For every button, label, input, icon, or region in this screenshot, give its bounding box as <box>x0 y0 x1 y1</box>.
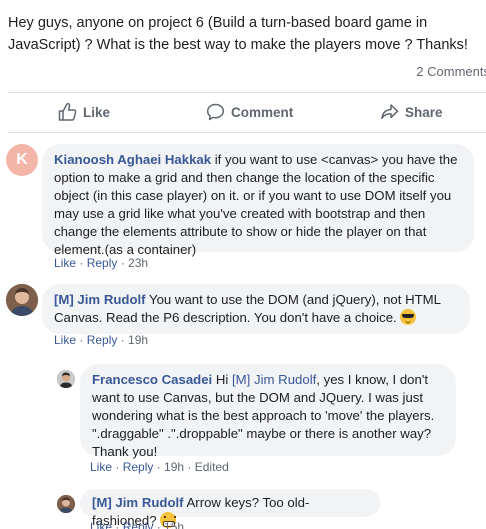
separator: · <box>76 333 87 347</box>
reply-time[interactable]: 19h <box>164 460 184 474</box>
comment-text: if you want to use <canvas> you have the… <box>54 152 458 257</box>
reply-actions: Like · Reply · 15h <box>90 520 184 529</box>
avatar-letter: K <box>16 151 28 168</box>
comment-actions: Like · Reply · 19h <box>54 333 148 347</box>
thumbs-up-icon <box>58 103 77 121</box>
separator: · <box>112 520 123 529</box>
avatar[interactable] <box>57 370 75 388</box>
reply-author[interactable]: [M] Jim Rudolf <box>92 495 184 510</box>
edited-label[interactable]: Edited <box>195 460 229 474</box>
divider <box>8 132 486 133</box>
comment-time[interactable]: 23h <box>128 256 148 270</box>
reply-bubble: [M] Jim Rudolf Arrow keys? Too old-fashi… <box>80 489 380 528</box>
separator: · <box>76 256 87 270</box>
reply-time[interactable]: 15h <box>164 520 184 529</box>
share-label: Share <box>405 104 443 120</box>
comment-button[interactable]: Comment <box>206 103 293 121</box>
avatar[interactable] <box>57 495 75 513</box>
separator: · <box>153 520 165 529</box>
comment-author[interactable]: Kianoosh Aghaei Hakkak <box>54 152 211 167</box>
separator: · <box>117 256 129 270</box>
avatar[interactable] <box>6 284 38 316</box>
comment-label: Comment <box>231 104 294 120</box>
reply-bubble: Francesco Casadei Hi [M] Jim Rudolf, yes… <box>80 364 456 459</box>
separator: · <box>112 460 123 474</box>
reply-like-link[interactable]: Like <box>90 520 112 529</box>
comment-like-link[interactable]: Like <box>54 333 76 347</box>
comment-author[interactable]: [M] Jim Rudolf <box>54 292 146 307</box>
like-label: Like <box>83 104 111 120</box>
separator: · <box>117 333 129 347</box>
mention-link[interactable]: [M] Jim Rudolf <box>232 372 316 387</box>
post-text: Hey guys, anyone on project 6 (Build a t… <box>8 15 468 53</box>
reply-author[interactable]: Francesco Casadei <box>92 372 212 387</box>
comment-bubble: Kianoosh Aghaei Hakkak if you want to us… <box>42 144 474 257</box>
reply-reply-link[interactable]: Reply <box>123 460 154 474</box>
separator: · <box>153 460 165 474</box>
reply-actions: Like · Reply · 19h · Edited <box>90 460 229 474</box>
reply-reply-link[interactable]: Reply <box>123 520 154 529</box>
avatar[interactable]: K <box>6 144 38 176</box>
action-bar: Like Comment Share <box>0 93 486 132</box>
reply-text-before: Hi <box>215 372 233 387</box>
share-arrow-icon <box>380 103 399 121</box>
comment-count[interactable]: 2 Comments <box>416 64 486 79</box>
comment-time[interactable]: 19h <box>128 333 148 347</box>
speech-bubble-icon <box>206 103 225 121</box>
reply-like-link[interactable]: Like <box>90 460 112 474</box>
comment-reply-link[interactable]: Reply <box>87 256 118 270</box>
separator: · <box>184 460 195 474</box>
comment-reply-link[interactable]: Reply <box>87 333 118 347</box>
comment-actions: Like · Reply · 23h <box>54 256 148 270</box>
sunglasses-emoji-icon <box>400 309 417 325</box>
like-button[interactable]: Like <box>58 103 110 121</box>
share-button[interactable]: Share <box>380 103 443 121</box>
comment-like-link[interactable]: Like <box>54 256 76 270</box>
comment-bubble: [M] Jim Rudolf You want to use the DOM (… <box>42 284 470 334</box>
